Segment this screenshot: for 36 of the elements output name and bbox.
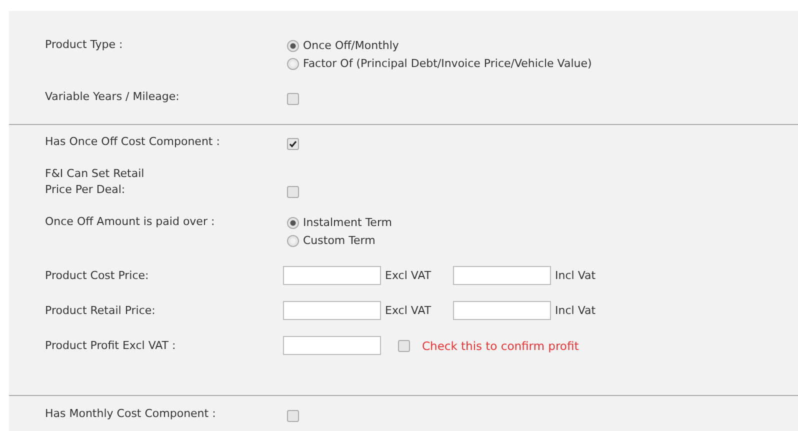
checkbox[interactable] [287,138,299,150]
profit-input[interactable] [283,336,381,355]
option-label: Factor Of (Principal Debt/Invoice Price/Vehicle Value) [303,56,592,72]
field-label: Product Type : [45,37,124,53]
radio-button[interactable] [287,217,299,229]
radio-option[interactable]: Factor Of (Principal Debt/Invoice Price/Vehicle Value) [287,55,592,73]
field-label: F&I Can Set Retail Price Per Deal: [45,166,146,198]
price-input[interactable] [283,301,381,320]
vat-label: Incl Vat [555,304,597,317]
confirm-text: Check this to confirm profit [422,338,579,352]
checkbox[interactable] [287,410,299,422]
price-input[interactable] [283,266,381,285]
vat-label: Excl VAT [385,269,432,282]
radio-button[interactable] [287,235,299,247]
price-input[interactable] [453,266,551,285]
radio-option[interactable]: Once Off/Monthly [287,37,399,55]
field-label: Product Cost Price: [45,268,150,284]
radio-option[interactable]: Instalment Term [287,214,392,232]
vat-label: Excl VAT [385,304,432,317]
radio-button[interactable] [287,40,299,52]
field-label: Once Off Amount is paid over : [45,214,216,230]
checkbox[interactable] [287,93,299,105]
checkbox[interactable] [398,340,410,352]
option-label: Custom Term [303,233,376,249]
field-label: Variable Years / Mileage: [45,89,180,105]
price-input[interactable] [453,301,551,320]
radio-button[interactable] [287,58,299,70]
field-label: Has Once Off Cost Component : [45,134,221,150]
field-label: Has Monthly Cost Component : [45,406,217,422]
field-label: Product Profit Excl VAT : [45,338,177,354]
option-label: Once Off/Monthly [303,38,399,54]
vat-label: Incl Vat [555,269,597,282]
option-label: Instalment Term [303,215,392,231]
radio-option[interactable]: Custom Term [287,232,376,250]
field-label: Product Retail Price: [45,302,156,318]
checkbox[interactable] [287,186,299,198]
